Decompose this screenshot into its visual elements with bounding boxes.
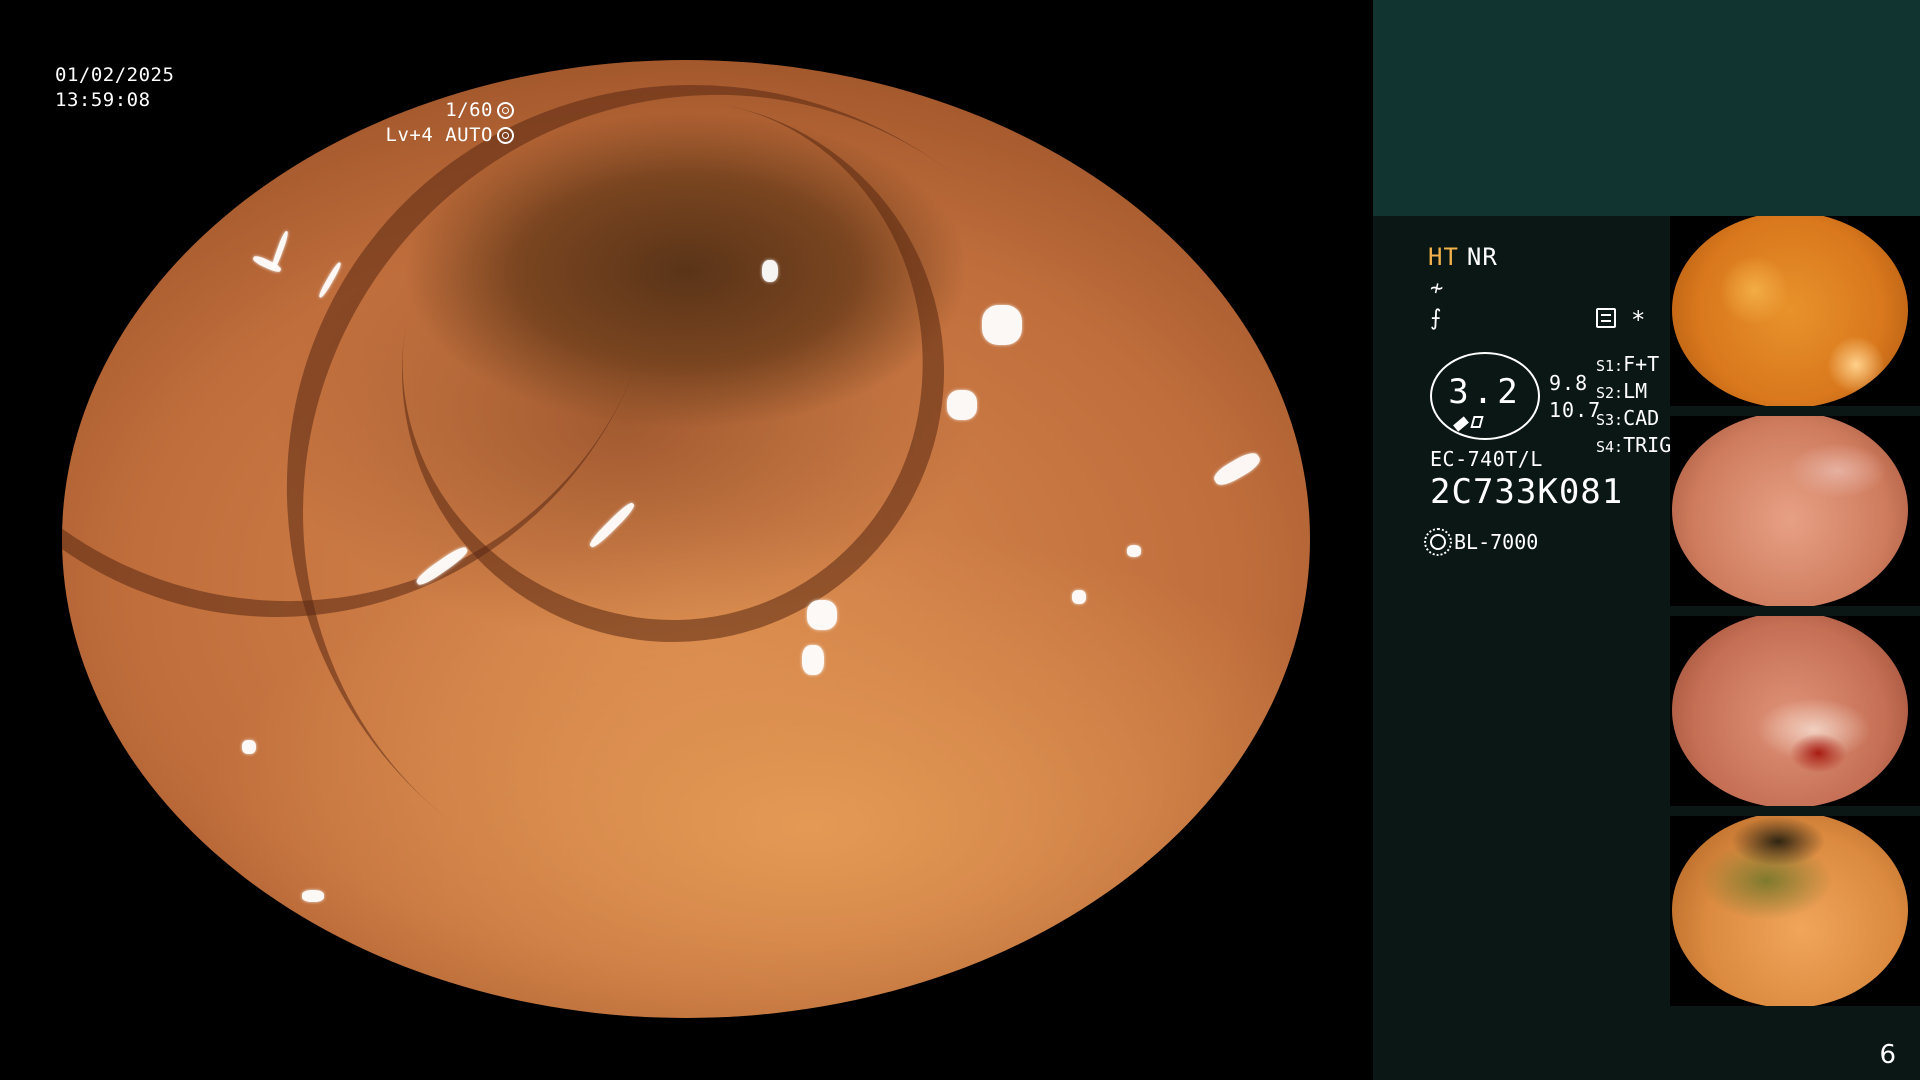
lamp-icon — [1424, 528, 1452, 556]
live-endoscope-image — [62, 60, 1310, 1018]
auto-exposure-icon — [497, 127, 514, 144]
scene-item: S3:CAD — [1596, 406, 1660, 430]
specular-highlight — [947, 390, 977, 420]
dial-pen-icon — [1453, 416, 1469, 432]
endoscopy-screen: 01/02/2025 13:59:08 1/60 Lv+4 AUTO HT NR … — [0, 0, 1920, 1080]
image-mode-row: HT NR — [1428, 243, 1498, 271]
specular-highlight — [1210, 448, 1264, 490]
captured-thumbnail[interactable] — [1670, 416, 1920, 606]
scope-model: EC-740T/L — [1430, 447, 1543, 471]
light-source-text: BL-7000 — [1454, 530, 1539, 554]
dial-number-bottom: 10.7 — [1549, 398, 1602, 422]
time-text: 13:59:08 — [55, 89, 151, 111]
captured-thumbnail[interactable] — [1670, 616, 1920, 806]
specular-highlight — [302, 890, 324, 902]
scene-item: S4:TRIG — [1596, 433, 1672, 457]
specular-highlight — [982, 305, 1022, 345]
date-text: 01/02/2025 — [55, 64, 175, 86]
asterisk-icon: * — [1631, 306, 1646, 334]
main-endoscope-view: 01/02/2025 13:59:08 1/60 Lv+4 AUTO — [0, 0, 1372, 1080]
captured-thumbnail[interactable] — [1670, 216, 1920, 406]
scene-list: S1:F+T S2:LM S3:CAD S4:TRIG — [1596, 352, 1671, 460]
specular-highlight — [807, 600, 837, 630]
dial-value: 3.2 — [1448, 372, 1522, 412]
tilde-icon: ≁ — [1430, 276, 1444, 301]
scene-item: S1:F+T — [1596, 352, 1660, 376]
mode-nr-label: NR — [1466, 243, 1498, 271]
mode-ht-label: HT — [1428, 243, 1459, 271]
specular-highlight — [1127, 545, 1141, 557]
light-source-row: BL-7000 — [1424, 528, 1539, 556]
specular-highlight — [802, 645, 824, 675]
exposure-level-text: Lv+4 AUTO — [385, 124, 493, 146]
specular-highlight — [242, 740, 256, 754]
slash-icon: ⨍ — [1430, 306, 1442, 331]
scope-serial: 2C733K081 — [1430, 472, 1624, 512]
processor-settings: HT NR ≁ ⨍ * 3.2 9.8 10.7 S1:F+T S2:LM S3:… — [1403, 240, 1693, 600]
grid-icon — [1596, 308, 1616, 328]
zoom-dial: 3.2 — [1430, 352, 1540, 440]
exposure-info: 1/60 Lv+4 AUTO — [386, 98, 514, 148]
dial-number-top: 9.8 — [1549, 371, 1589, 395]
info-panel-header-area — [1373, 0, 1920, 216]
shutter-icon — [497, 102, 514, 119]
dial-numbers: 9.8 10.7 — [1549, 370, 1601, 424]
shutter-speed-text: 1/60 — [445, 99, 493, 121]
page-number: 6 — [1879, 1040, 1896, 1070]
specular-highlight — [762, 260, 778, 282]
specular-highlight — [1072, 590, 1086, 604]
captured-thumbnail[interactable] — [1670, 816, 1920, 1006]
dial-box-icon — [1470, 416, 1484, 428]
datetime-stamp: 01/02/2025 13:59:08 — [55, 63, 174, 113]
scene-item: S2:LM — [1596, 379, 1648, 403]
